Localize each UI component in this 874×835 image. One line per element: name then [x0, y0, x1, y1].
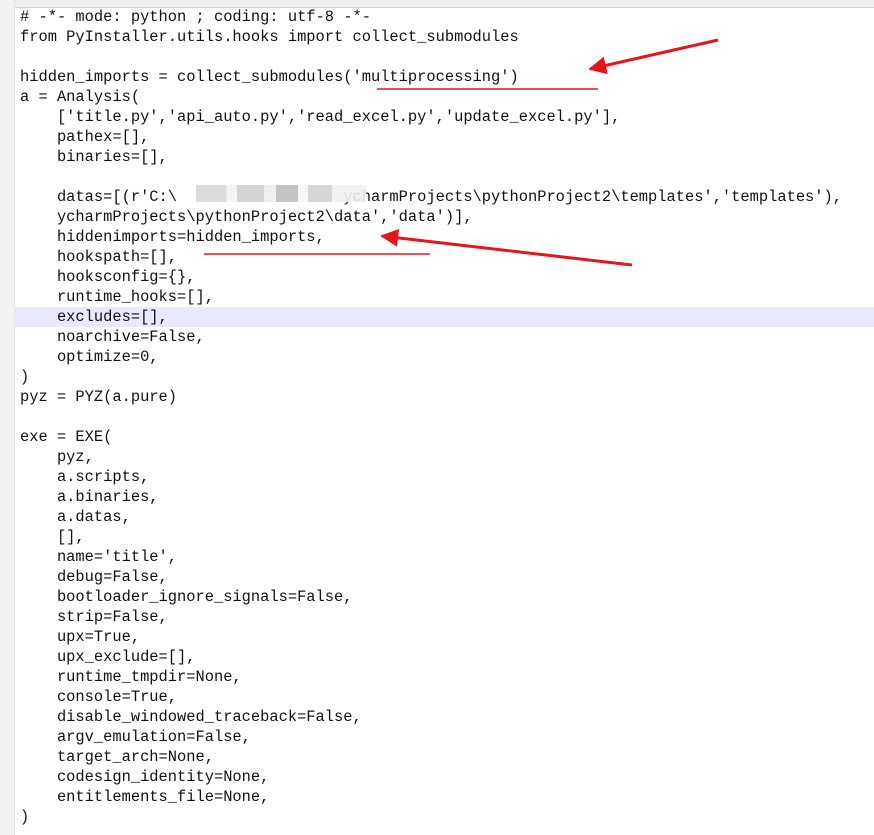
- code-line: hidden_imports = collect_submodules('mul…: [20, 68, 519, 86]
- code-line: a.binaries,: [20, 488, 159, 506]
- code-line: a.scripts,: [20, 468, 150, 486]
- code-line: hiddenimports=hidden_imports,: [20, 228, 325, 246]
- code-line: console=True,: [20, 688, 178, 706]
- code-line: noarchive=False,: [20, 328, 205, 346]
- code-line: ycharmProjects\pythonProject2\data','dat…: [20, 208, 473, 226]
- code-line: debug=False,: [20, 568, 168, 586]
- code-line: pyz = PYZ(a.pure): [20, 388, 178, 406]
- line-gutter: [0, 0, 15, 835]
- code-line: a = Analysis(: [20, 88, 141, 106]
- current-line-highlight: excludes=[],: [14, 307, 874, 327]
- redacted-path-blur: [196, 185, 366, 202]
- code-line: upx=True,: [20, 628, 141, 646]
- code-line: upx_exclude=[],: [20, 648, 196, 666]
- code-line: from PyInstaller.utils.hooks import coll…: [20, 28, 519, 46]
- code-editor[interactable]: # -*- mode: python ; coding: utf-8 -*- f…: [0, 0, 874, 835]
- code-line: runtime_hooks=[],: [20, 288, 214, 306]
- code-line: name='title',: [20, 548, 178, 566]
- code-line: hookspath=[],: [20, 248, 178, 266]
- code-line: target_arch=None,: [20, 748, 214, 766]
- code-line: binaries=[],: [20, 148, 168, 166]
- code-line: bootloader_ignore_signals=False,: [20, 588, 353, 606]
- code-text-area[interactable]: # -*- mode: python ; coding: utf-8 -*- f…: [14, 7, 874, 827]
- code-line: pyz,: [20, 448, 94, 466]
- code-line: # -*- mode: python ; coding: utf-8 -*-: [20, 8, 371, 26]
- code-line: pathex=[],: [20, 128, 150, 146]
- code-line: codesign_identity=None,: [20, 768, 270, 786]
- code-line: datas=[(r'C:\ ycharmProjects\pythonProje…: [20, 188, 842, 206]
- code-line: exe = EXE(: [20, 428, 113, 446]
- code-line: ): [20, 368, 30, 386]
- code-line: optimize=0,: [20, 348, 159, 366]
- code-line: entitlements_file=None,: [20, 788, 270, 806]
- code-line: argv_emulation=False,: [20, 728, 251, 746]
- code-line: disable_windowed_traceback=False,: [20, 708, 362, 726]
- code-line: strip=False,: [20, 608, 168, 626]
- code-line: [],: [20, 528, 85, 546]
- code-line: ['title.py','api_auto.py','read_excel.py…: [20, 108, 621, 126]
- code-line: a.datas,: [20, 508, 131, 526]
- code-line: ): [20, 808, 30, 826]
- code-line: hooksconfig={},: [20, 268, 196, 286]
- code-line: runtime_tmpdir=None,: [20, 668, 242, 686]
